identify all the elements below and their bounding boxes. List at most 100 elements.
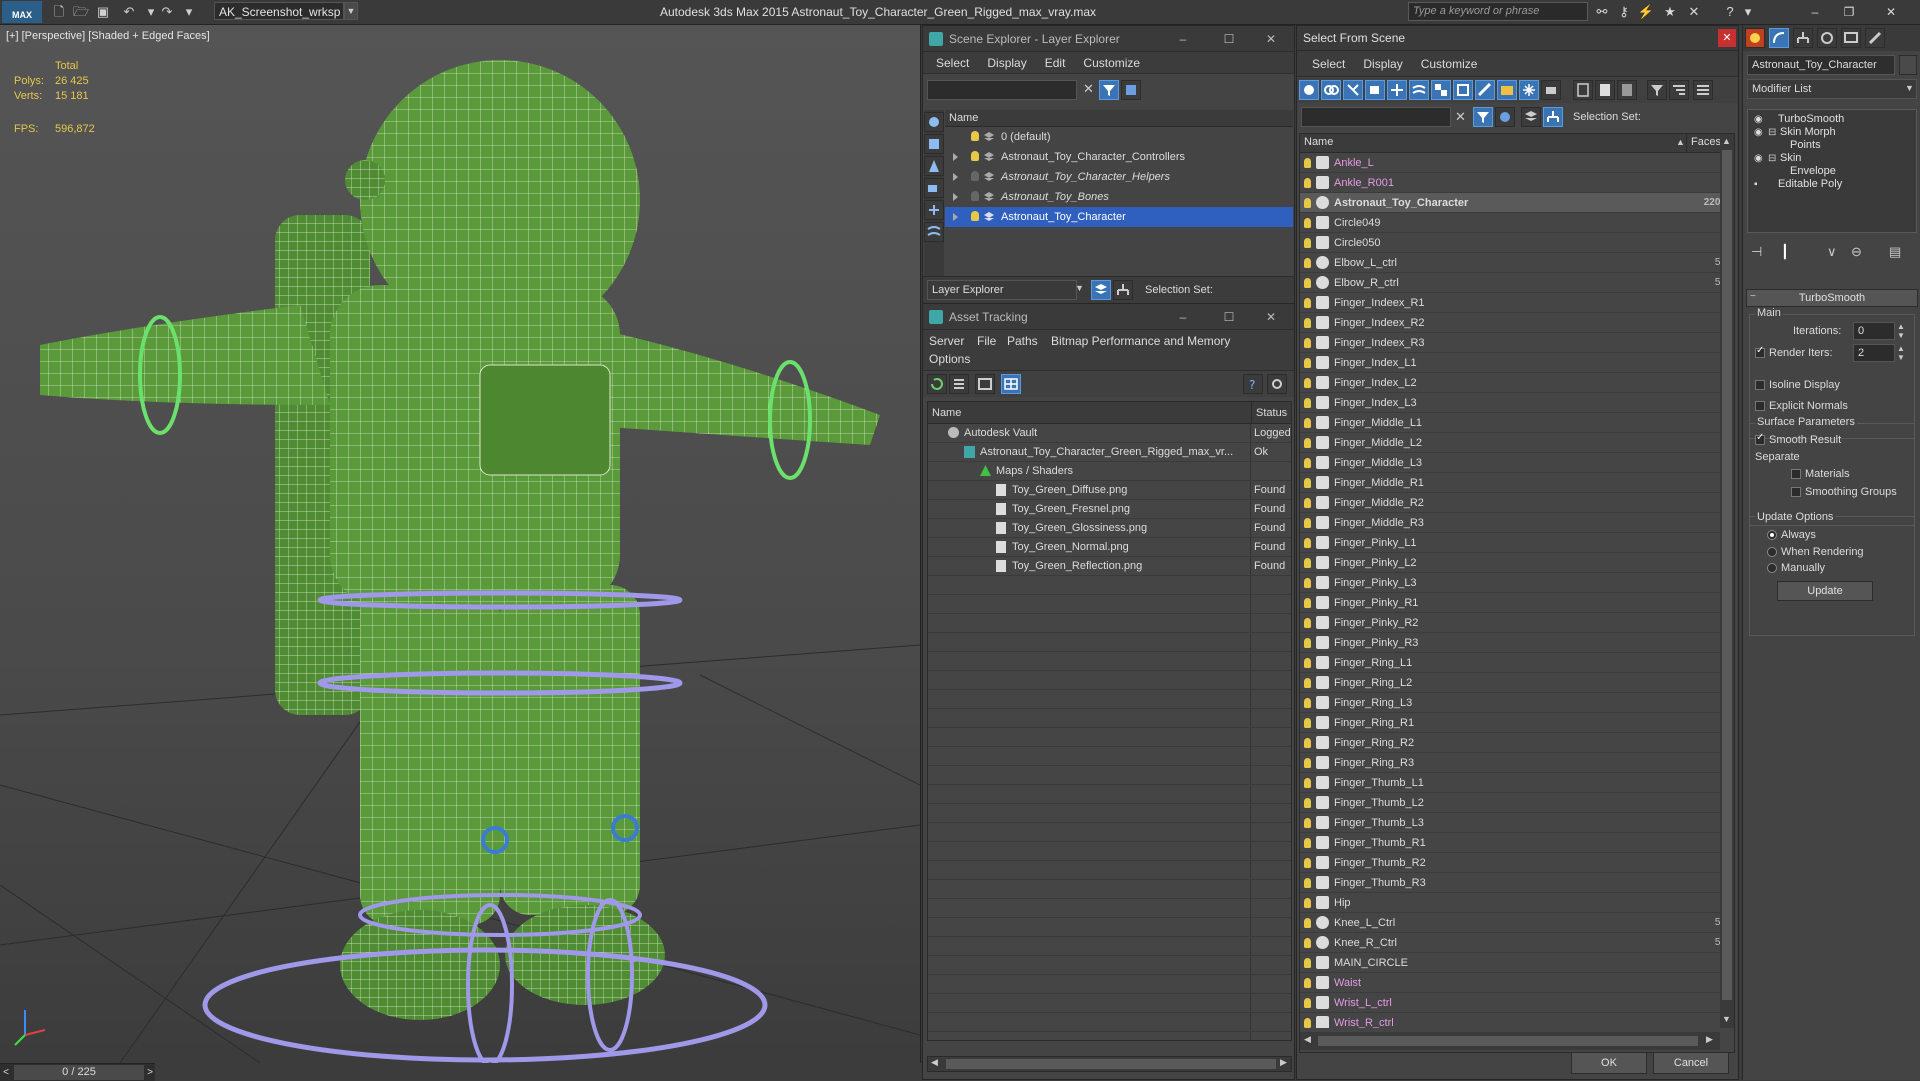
explorer-type-dropdown[interactable]: Layer Explorer (927, 280, 1077, 300)
smooth-result-checkbox[interactable] (1755, 432, 1765, 445)
menu-file[interactable]: File (977, 334, 996, 348)
visibility-bulb-icon[interactable] (1304, 238, 1311, 248)
modifier-toggle-icon[interactable]: ◉ (1754, 113, 1763, 126)
object-row[interactable]: Astronaut_Toy_Character 2209 (1300, 193, 1720, 213)
visibility-bulb-icon[interactable] (1304, 698, 1311, 708)
object-row[interactable]: Finger_Thumb_L2 (1300, 793, 1720, 813)
clear-search-icon[interactable]: ✕ (1083, 81, 1094, 97)
display-spacewarps-icon[interactable] (1409, 80, 1429, 100)
object-row[interactable]: Finger_Pinky_L2 (1300, 553, 1720, 573)
visibility-bulb-icon[interactable] (1304, 718, 1311, 728)
visibility-bulb-icon[interactable] (1304, 178, 1311, 188)
asset-row[interactable]: Toy_Green_Normal.png Found (928, 538, 1291, 557)
prev-frame-icon[interactable]: < (0, 1065, 12, 1080)
menu-select[interactable]: Select (1303, 51, 1354, 77)
settings-icon[interactable] (1267, 374, 1287, 394)
sort-by-layer-icon[interactable] (1091, 280, 1111, 300)
object-row[interactable]: Finger_Middle_L3 (1300, 453, 1720, 473)
layer-row-bones[interactable]: Astronaut_Toy_Bones (945, 187, 1293, 207)
scroll-thumb[interactable] (946, 1059, 1276, 1069)
display-spacewarps-icon[interactable] (924, 222, 944, 242)
object-row[interactable]: Wrist_R_ctrl (1300, 1013, 1720, 1028)
scroll-down-icon[interactable]: ▼ (1722, 1014, 1731, 1024)
visibility-bulb-icon[interactable] (1304, 318, 1311, 328)
table-view-icon[interactable] (1001, 374, 1021, 394)
asset-status-column-header[interactable]: Status (1251, 402, 1291, 424)
scroll-thumb[interactable] (1318, 1036, 1698, 1046)
visibility-bulb-icon[interactable] (1304, 838, 1311, 848)
object-row[interactable]: Finger_Index_L2 (1300, 373, 1720, 393)
highlight-selected-icon[interactable] (1495, 107, 1515, 127)
visibility-bulb-icon[interactable] (1304, 958, 1311, 968)
scroll-left-icon[interactable]: ◀ (1304, 1034, 1311, 1045)
visibility-bulb-icon[interactable] (1304, 298, 1311, 308)
visibility-bulb-icon[interactable] (1304, 998, 1311, 1008)
filter-icon[interactable] (1099, 80, 1119, 100)
visibility-bulb-icon[interactable] (1304, 758, 1311, 768)
object-row[interactable]: Finger_Thumb_R3 (1300, 873, 1720, 893)
object-row[interactable]: Finger_Indeex_R2 (1300, 313, 1720, 333)
visibility-bulb-icon[interactable] (1304, 378, 1311, 388)
modifier-stack-item[interactable]: ◉ ⊟ Skin Morph (1748, 126, 1916, 139)
visibility-bulb-icon[interactable] (1304, 278, 1311, 288)
visibility-bulb-icon[interactable] (1304, 798, 1311, 808)
object-row[interactable]: Circle050 (1300, 233, 1720, 253)
visibility-bulb-icon[interactable] (1304, 438, 1311, 448)
utilities-tab-icon[interactable] (1865, 28, 1885, 48)
isoline-display-checkbox[interactable] (1755, 380, 1765, 390)
object-row[interactable]: Finger_Ring_L3 (1300, 693, 1720, 713)
object-faces-column-header[interactable]: Faces (1686, 134, 1721, 153)
visibility-bulb-icon[interactable] (1304, 478, 1311, 488)
scene-explorer-find-input[interactable] (927, 80, 1077, 100)
menu-bitmap-performance[interactable]: Bitmap Performance and Memory (1051, 334, 1230, 348)
save-icon[interactable]: ▣ (94, 3, 112, 21)
layer-visibility-icon[interactable] (971, 211, 979, 221)
perspective-viewport[interactable]: [+] [Perspective] [Shaded + Edged Faces]… (0, 25, 921, 1063)
modifier-stack-item[interactable]: Points (1748, 139, 1916, 152)
minimize-icon[interactable]: – (1169, 304, 1197, 330)
hierarchy-tab-icon[interactable] (1793, 28, 1813, 48)
layer-row-helpers[interactable]: Astronaut_Toy_Character_Helpers (945, 167, 1293, 187)
remove-modifier-icon[interactable]: ⊖ (1851, 244, 1862, 260)
open-file-icon[interactable]: 🗁 (72, 3, 90, 21)
layer-name-column-header[interactable]: Name (945, 110, 1293, 127)
infocenter-search-input[interactable]: Type a keyword or phrase (1408, 2, 1588, 21)
list-view-icon[interactable] (949, 374, 969, 394)
scroll-thumb[interactable] (1722, 150, 1732, 1000)
visibility-bulb-icon[interactable] (1304, 1018, 1311, 1028)
asset-row[interactable]: Autodesk Vault Logged (928, 424, 1291, 443)
render-iters-spinner[interactable]: 2 (1853, 344, 1895, 362)
visibility-bulb-icon[interactable] (1304, 458, 1311, 468)
menu-customize[interactable]: Customize (1412, 51, 1487, 77)
asset-row[interactable]: Astronaut_Toy_Character_Green_Rigged_max… (928, 443, 1291, 462)
visibility-bulb-icon[interactable] (1304, 198, 1311, 208)
select-from-scene-titlebar[interactable]: Select From Scene ✕ (1297, 26, 1738, 51)
workspace-dropdown-icon[interactable]: ▼ (344, 2, 358, 20)
update-button[interactable]: Update (1777, 581, 1873, 601)
scroll-left-icon[interactable]: ◀ (931, 1057, 938, 1068)
turbosmooth-rollout-header[interactable]: TurboSmooth (1746, 289, 1918, 307)
close-icon[interactable]: ✕ (1876, 0, 1906, 24)
visibility-bulb-icon[interactable] (1304, 538, 1311, 548)
iterations-spinner[interactable]: 0 (1853, 322, 1895, 340)
modifier-toggle-icon[interactable]: ◉ (1754, 152, 1763, 165)
close-icon[interactable]: ✕ (1718, 29, 1736, 47)
menu-select[interactable]: Select (927, 52, 978, 74)
asset-row[interactable]: Toy_Green_Reflection.png Found (928, 557, 1291, 576)
display-none-icon[interactable] (1595, 80, 1615, 100)
object-row[interactable]: Finger_Ring_L1 (1300, 653, 1720, 673)
visibility-bulb-icon[interactable] (1304, 738, 1311, 748)
help-icon[interactable]: ? (1720, 3, 1740, 21)
visibility-bulb-icon[interactable] (1304, 338, 1311, 348)
display-all-icon[interactable] (1573, 80, 1593, 100)
asset-tracking-titlebar[interactable]: Asset Tracking – ☐ ✕ (923, 304, 1294, 330)
sort-by-hierarchy-icon[interactable] (1543, 107, 1563, 127)
object-row[interactable]: Finger_Middle_L1 (1300, 413, 1720, 433)
object-row[interactable]: Wrist_L_ctrl (1300, 993, 1720, 1013)
display-helpers-icon[interactable] (924, 200, 944, 220)
object-row[interactable]: Finger_Thumb_R1 (1300, 833, 1720, 853)
visibility-bulb-icon[interactable] (1304, 558, 1311, 568)
redo-icon[interactable]: ↷ (158, 3, 176, 21)
redo-dropdown-icon[interactable]: ▾ (180, 3, 198, 21)
modifier-stack-item[interactable]: ▪ Editable Poly (1748, 178, 1916, 191)
